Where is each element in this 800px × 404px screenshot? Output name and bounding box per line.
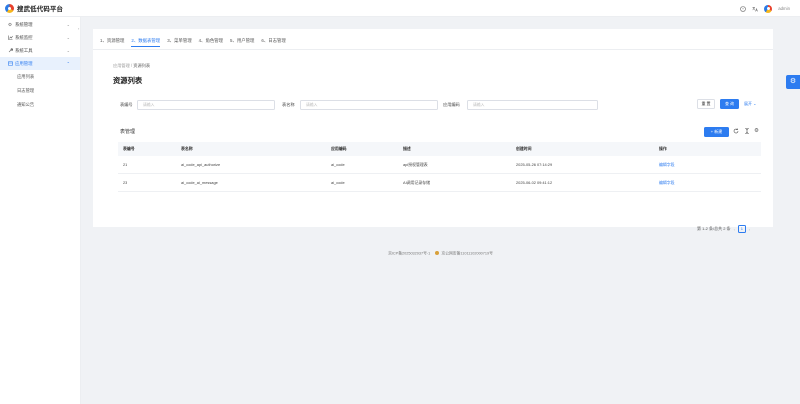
column-header[interactable]: 描述 (403, 146, 411, 152)
column-header[interactable]: 创建时间 (516, 146, 532, 152)
table-row: 23 ai_code_ai_message ai_code AI调用记录存储 2… (118, 174, 761, 192)
chart-icon (8, 35, 13, 41)
footer: 京ICP备2025032937号-1 京公网安备11011102000719号 (81, 251, 800, 257)
top-header: 搜武低代码平台 admin (0, 0, 800, 17)
column-header: 操作 (659, 146, 667, 151)
sidebar-item-system-monitor[interactable]: 系统监控 ⌄ (0, 31, 80, 44)
police-badge-icon (435, 251, 440, 255)
gear-icon: ⚙ (8, 21, 12, 27)
main-card: 1、资源管理 2、数据表管理 3、菜单管理 4、角色管理 5、用户管理 6、日志… (93, 29, 773, 233)
tab-log-management[interactable]: 6、日志管理 (261, 38, 285, 47)
icp-link[interactable]: 京ICP备2025032937号-1 (388, 252, 430, 256)
police-record-link[interactable]: 京公网安备11011102000719号 (441, 252, 493, 256)
sidebar-item-label: 系统工具 (15, 47, 33, 53)
wrench-icon (8, 47, 14, 54)
chevron-down-icon: ⌄ (66, 22, 70, 27)
cell-created: 2025-06-02 09:41:12 (516, 180, 553, 185)
tab-resource-management[interactable]: 1、资源管理 (100, 38, 124, 47)
tab-table-management[interactable]: 2、数据表管理 (131, 38, 161, 47)
breadcrumb-parent[interactable]: 应用管理 (113, 63, 130, 68)
data-table: 表编号 表名称 应用编码 描述 创建时间 操作 21 ai_code_api_a… (118, 142, 761, 192)
sidebar-item-label: 系统管理 (15, 21, 33, 27)
floating-settings-button[interactable]: ⚙ (786, 75, 800, 89)
prev-page-icon[interactable]: ‹ (734, 227, 735, 232)
cell-name: ai_code_ai_message (181, 180, 218, 185)
collapse-sidebar-icon[interactable]: ‹ (78, 26, 79, 31)
next-page-icon[interactable]: › (749, 227, 750, 232)
step-tabs: 1、资源管理 2、数据表管理 3、菜单管理 4、角色管理 5、用户管理 6、日志… (100, 38, 286, 47)
column-header[interactable]: 应用编码 (331, 146, 347, 152)
sidebar-subitem-notice[interactable]: 通知公告 (0, 98, 80, 112)
table-row: 21 ai_code_api_authorize ai_code api授权管理… (118, 156, 761, 174)
app-title: 搜武低代码平台 (17, 5, 64, 13)
pagination: 第 1-2 条/总共 2 条 ‹ 1 › (697, 225, 750, 233)
cell-id: 21 (123, 162, 128, 167)
user-avatar[interactable] (764, 4, 773, 13)
page-title: 资源列表 (113, 76, 143, 85)
chevron-up-icon: ⌃ (66, 61, 70, 66)
app-code-label: 应用编码 (443, 102, 460, 107)
logo-icon (5, 3, 14, 13)
cell-app-code: ai_code (331, 162, 345, 167)
filter-bar: 表编号 请输入 表名称 请输入 应用编码 请输入 (120, 100, 763, 110)
sidebar-subitem-log-management[interactable]: 日志管理 (0, 84, 80, 98)
tab-user-management[interactable]: 5、用户管理 (230, 38, 254, 47)
translate-icon[interactable] (752, 6, 759, 12)
settings-gear-icon[interactable]: ⚙ (753, 128, 760, 135)
breadcrumb-current: 资源列表 (133, 63, 151, 68)
logo[interactable]: 搜武低代码平台 (5, 3, 64, 13)
username[interactable]: admin (778, 6, 790, 11)
tabs-divider (93, 49, 773, 50)
cell-created: 2025-05-26 07:14:29 (516, 162, 553, 167)
cell-desc: api授权管理表 (403, 161, 428, 167)
cell-app-code: ai_code (331, 180, 345, 185)
sidebar-item-system-management[interactable]: ⚙ 系统管理 ⌄ (0, 18, 80, 31)
pagination-summary: 第 1-2 条/总共 2 条 (697, 226, 731, 231)
edit-fields-link[interactable]: 编辑字段 (659, 180, 675, 186)
tab-menu-management[interactable]: 3、菜单管理 (167, 38, 191, 47)
tab-role-management[interactable]: 4、角色管理 (199, 38, 223, 47)
sidebar: ⚙ 系统管理 ⌄ 系统监控 ⌄ 系统工具 ⌄ 应用管理 ⌃ 应用列表 日志管理 … (0, 17, 81, 404)
chevron-down-icon: ⌄ (66, 48, 70, 53)
table-name-input[interactable]: 请输入 (300, 100, 438, 110)
table-header: 表编号 表名称 应用编码 描述 创建时间 操作 (118, 142, 761, 156)
column-height-icon[interactable] (743, 128, 750, 135)
chevron-down-icon: ⌄ (66, 35, 70, 40)
cell-name: ai_code_api_authorize (181, 162, 221, 167)
help-icon[interactable] (740, 5, 747, 12)
sidebar-item-system-tools[interactable]: 系统工具 ⌄ (0, 44, 80, 57)
sidebar-item-label: 系统监控 (15, 34, 33, 40)
gear-icon: ⚙ (789, 78, 797, 85)
edit-fields-link[interactable]: 编辑字段 (659, 162, 675, 168)
column-header[interactable]: 表编号 (123, 146, 135, 152)
expand-filters-button[interactable]: 展开 ⌄ (744, 101, 756, 107)
breadcrumb-separator: / (130, 63, 133, 68)
cell-id: 23 (123, 180, 128, 185)
sidebar-item-label: 应用管理 (15, 60, 33, 66)
table-no-label: 表编号 (120, 102, 133, 107)
app-icon (8, 60, 13, 67)
page-number[interactable]: 1 (737, 225, 746, 233)
search-button[interactable]: 查 询 (720, 99, 739, 109)
reset-button[interactable]: 重 置 (697, 99, 715, 109)
header-actions: admin (740, 0, 790, 17)
table-no-input[interactable]: 请输入 (137, 100, 275, 110)
chevron-down-icon: ⌄ (753, 101, 757, 106)
sidebar-subitem-app-list[interactable]: 应用列表 (0, 70, 80, 84)
refresh-icon[interactable] (732, 128, 739, 135)
column-header[interactable]: 表名称 (181, 146, 193, 152)
table-name-label: 表名称 (282, 102, 295, 107)
app-code-input[interactable]: 请输入 (467, 100, 598, 110)
sidebar-item-app-management[interactable]: 应用管理 ⌃ (0, 57, 80, 70)
table-title: 表管理 (120, 129, 136, 135)
expand-label: 展开 (744, 101, 752, 106)
breadcrumb: 应用管理 / 资源列表 (113, 63, 150, 69)
cell-desc: AI调用记录存储 (403, 179, 431, 185)
new-table-button[interactable]: + 新建 (704, 127, 729, 137)
